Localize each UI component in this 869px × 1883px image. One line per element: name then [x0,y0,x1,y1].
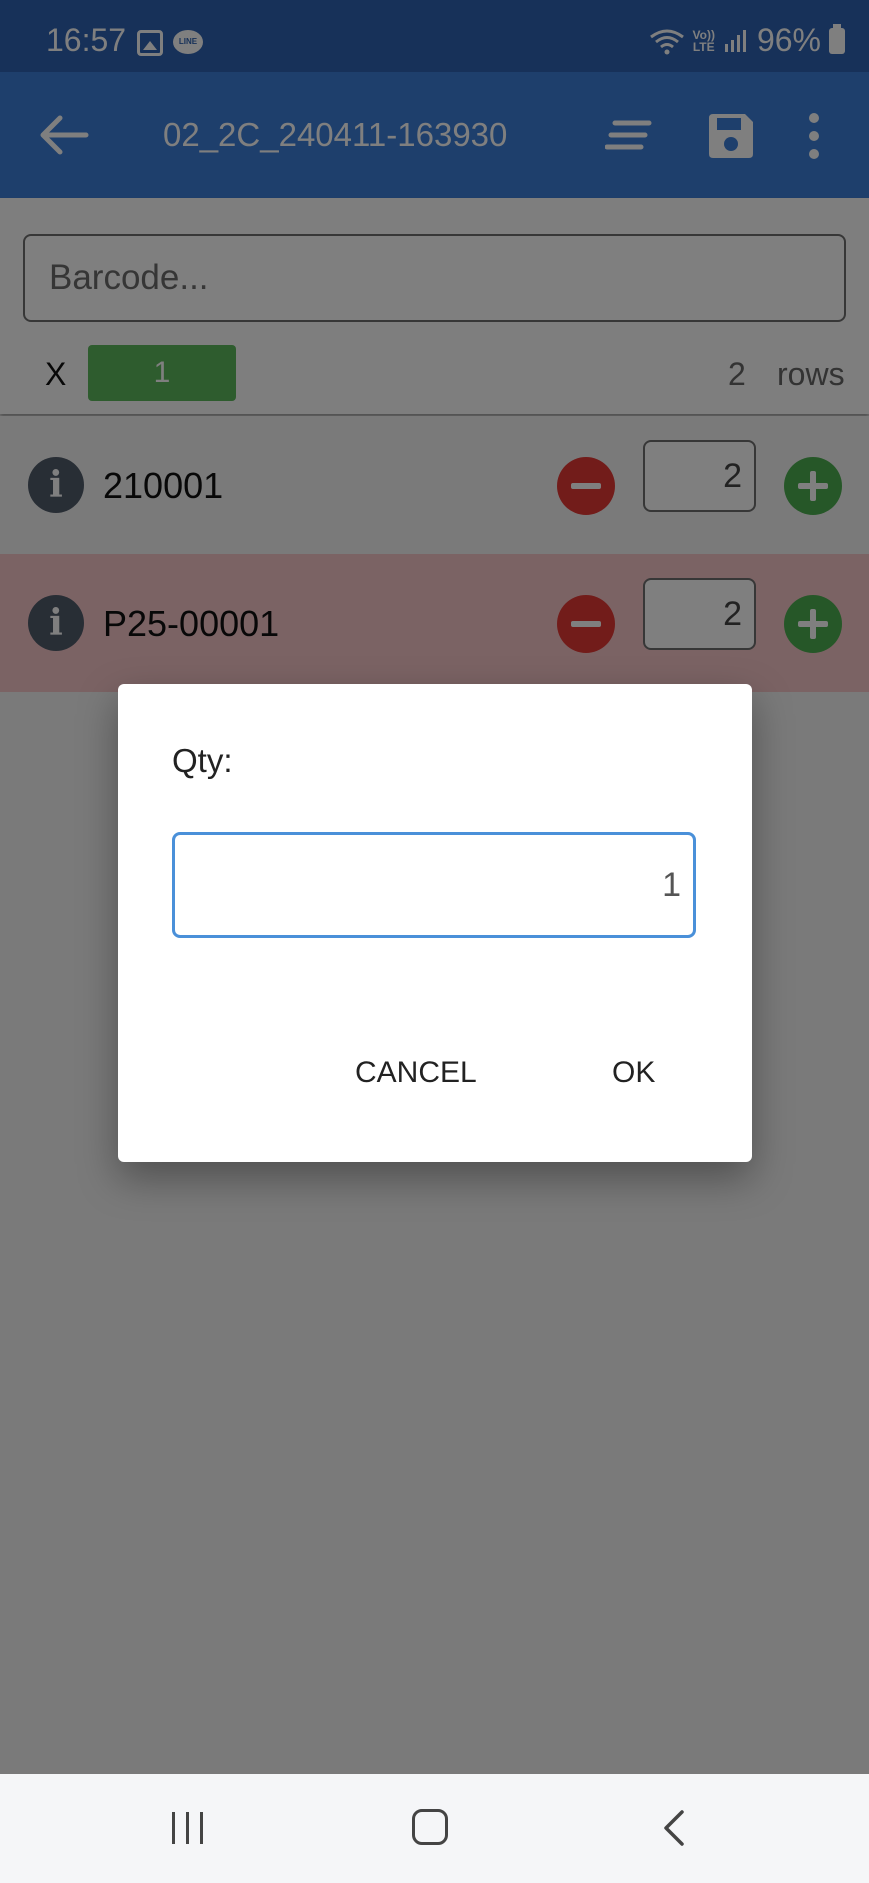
navigation-bar [0,1774,869,1883]
home-icon[interactable] [412,1809,448,1845]
recents-icon[interactable] [170,1812,206,1844]
qty-field[interactable] [172,832,696,938]
qty-input[interactable] [175,835,693,935]
cancel-button[interactable]: CANCEL [355,1056,477,1090]
nav-back-icon[interactable] [660,1809,688,1847]
dialog-label: Qty: [172,742,233,779]
ok-button[interactable]: OK [612,1056,655,1090]
quantity-dialog: Qty: CANCEL OK [118,684,752,1162]
